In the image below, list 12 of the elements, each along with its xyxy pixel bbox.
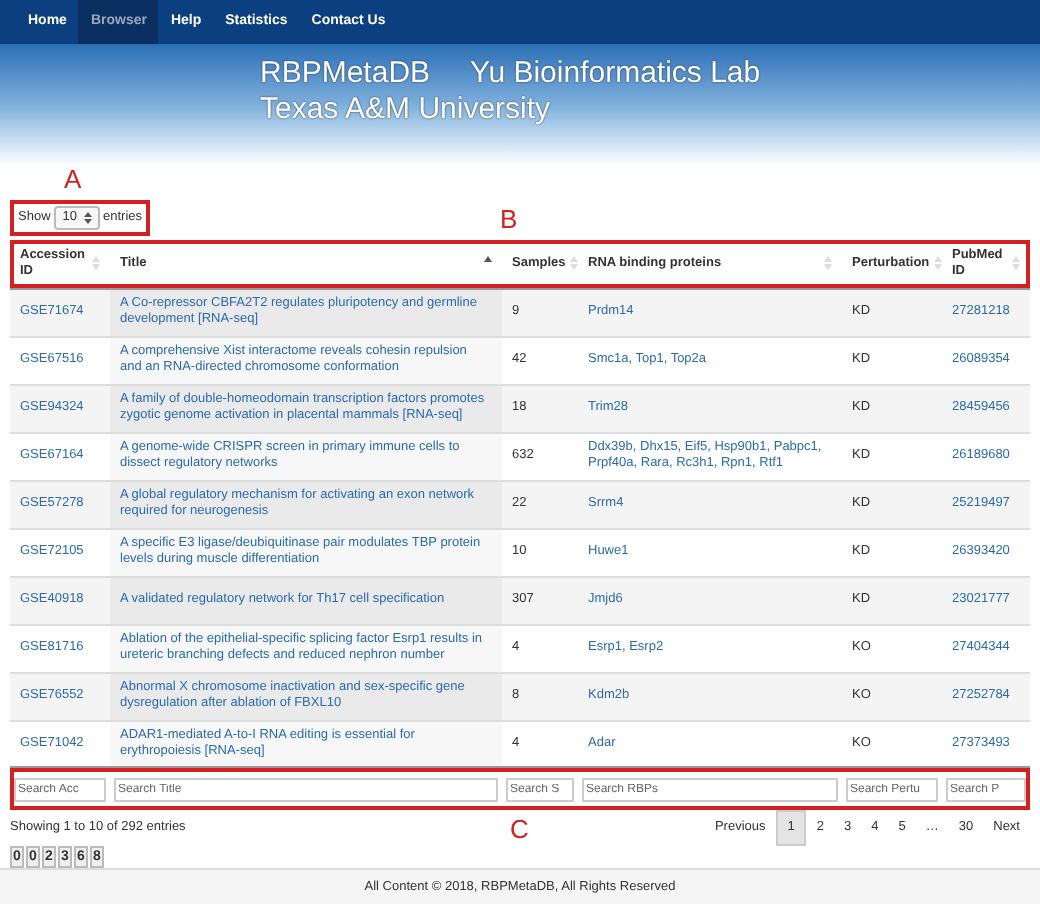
lab-title: Yu Bioinformatics Lab (470, 55, 761, 92)
sort-icon (1012, 256, 1020, 271)
sort-icon (824, 256, 832, 271)
annotation-label: C (510, 815, 531, 842)
sort-icon (933, 256, 942, 271)
university-title: Texas A&M University (260, 91, 553, 128)
site-title: RBPMetaDB (260, 55, 431, 92)
sort-icon (569, 256, 578, 271)
annotation-label: B (500, 206, 518, 233)
sort-icon (92, 256, 100, 271)
annotation-label: A (64, 166, 84, 193)
updown-icon (83, 212, 91, 225)
